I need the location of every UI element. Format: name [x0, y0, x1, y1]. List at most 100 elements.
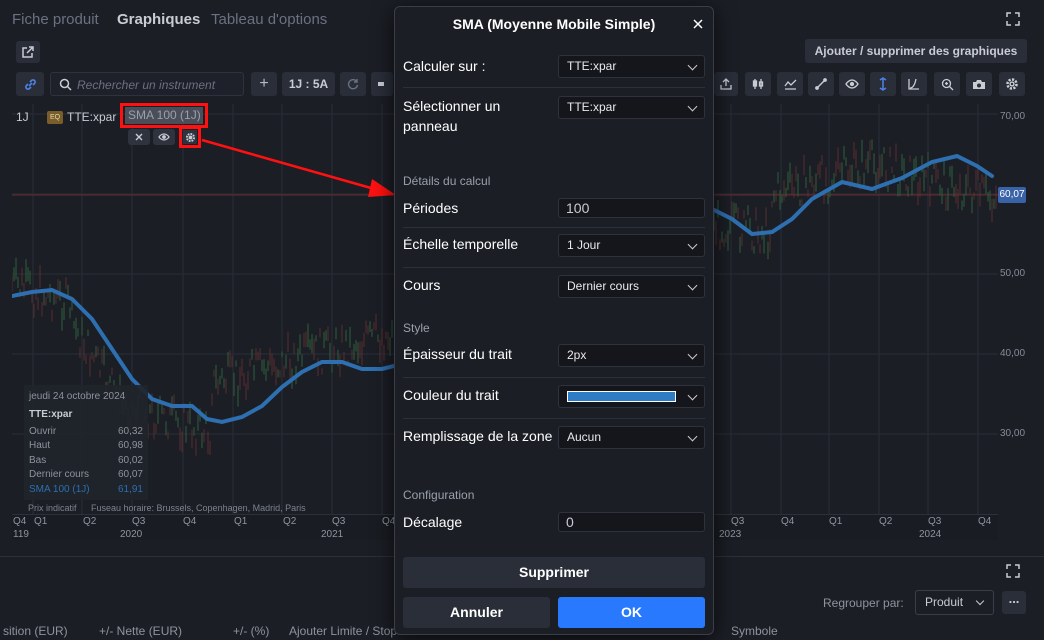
x-year: 119	[13, 529, 29, 540]
magnet-icon[interactable]	[870, 72, 896, 96]
calc-details-heading: Détails du calcul	[403, 174, 491, 188]
eye-icon[interactable]	[153, 129, 175, 145]
offset-label: Décalage	[403, 514, 463, 530]
settings-highlight	[179, 126, 201, 148]
x-quarter: Q2	[879, 516, 893, 527]
trend-line-icon[interactable]	[808, 72, 834, 96]
tooltip-date: jeudi 24 octobre 2024	[29, 391, 126, 402]
x-quarter: Q2	[283, 516, 297, 527]
tooltip-ticker: TTE:xpar	[29, 409, 73, 420]
x-quarter: Q4	[978, 516, 992, 527]
tab-charts[interactable]: Graphiques	[117, 11, 200, 28]
instrument-search[interactable]: Rechercher un instrument	[50, 72, 244, 96]
zoom-icon[interactable]	[934, 72, 960, 96]
equity-badge: EQ	[47, 111, 63, 124]
thickness-label: Épaisseur du trait	[403, 346, 512, 362]
timescale-label: Échelle temporelle	[403, 236, 519, 252]
tooltip-row: Ouvrir 60,32	[29, 426, 143, 437]
add-remove-charts-button[interactable]: Ajouter / supprimer des graphiques	[805, 39, 1027, 63]
chevron-down-icon	[687, 101, 698, 112]
ok-button[interactable]: OK	[558, 597, 705, 628]
x-quarter: Q2	[83, 516, 97, 527]
fill-label: Remplissage de la zone	[403, 428, 553, 444]
group-by-select[interactable]: Produit	[915, 590, 994, 615]
column-header[interactable]: +/- Nette (EUR)	[99, 624, 182, 638]
tab-product-sheet[interactable]: Fiche produit	[12, 11, 99, 28]
x-year: 2024	[919, 529, 942, 540]
ohlc-tooltip: jeudi 24 octobre 2024 TTE:xpar Ouvrir 60,…	[24, 385, 148, 500]
chevron-down-icon	[975, 596, 985, 606]
tooltip-row: Dernier cours 60,07	[29, 469, 143, 480]
column-header[interactable]: +/- (%)	[233, 624, 269, 638]
price-label: Cours	[403, 277, 441, 293]
group-by-label: Regrouper par:	[823, 596, 904, 610]
indicator-label[interactable]: SMA 100 (1J)	[125, 107, 203, 124]
settings-icon[interactable]	[999, 72, 1025, 96]
chart-type-icon[interactable]	[371, 72, 393, 96]
timescale-select[interactable]: 1 Jour	[558, 234, 705, 257]
y-label: 50,00	[1000, 268, 1026, 279]
indicative-price-note: Prix indicatif	[28, 503, 77, 513]
thickness-select[interactable]: 2px	[558, 344, 705, 367]
period-button[interactable]: 1J : 5A	[282, 72, 335, 96]
price-select[interactable]: Dernier cours	[558, 275, 705, 298]
offset-input[interactable]: 0	[558, 512, 705, 532]
tooltip-row: Bas 60,02	[29, 455, 143, 466]
fill-select[interactable]: Aucun	[558, 426, 705, 449]
cancel-button[interactable]: Annuler	[403, 597, 550, 628]
panel-select[interactable]: TTE:xpar	[558, 96, 705, 119]
external-link-icon[interactable]	[16, 41, 40, 63]
add-button[interactable]: +	[251, 72, 277, 96]
chevron-down-icon	[687, 431, 698, 442]
annotation-arrow	[201, 138, 396, 197]
x-quarter: Q3	[132, 516, 146, 527]
more-button[interactable]: ...	[1002, 591, 1026, 614]
fullscreen-icon[interactable]	[1004, 562, 1022, 580]
dialog-title: SMA (Moyenne Mobile Simple)	[452, 16, 656, 32]
link-icon[interactable]	[16, 72, 44, 96]
refresh-icon[interactable]	[340, 72, 366, 96]
eye-icon[interactable]	[839, 72, 865, 96]
periods-input[interactable]: 100	[558, 198, 705, 218]
search-input[interactable]: Rechercher un instrument	[77, 78, 215, 92]
calc-on-select[interactable]: TTE:xpar	[558, 55, 705, 78]
column-header[interactable]: Symbole	[731, 624, 778, 638]
close-icon[interactable]	[691, 17, 705, 31]
camera-icon[interactable]	[966, 72, 992, 96]
calc-on-label: Calculer sur :	[403, 58, 486, 74]
x-quarter: Q4	[183, 516, 197, 527]
chevron-down-icon	[687, 390, 698, 401]
periods-label: Périodes	[403, 200, 459, 216]
x-quarter: Q1	[829, 516, 843, 527]
candlestick-icon[interactable]	[745, 72, 771, 96]
column-header[interactable]: sition (EUR)	[3, 624, 68, 638]
x-quarter: Q3	[332, 516, 346, 527]
column-header[interactable]: Ajouter Limite / Stop	[289, 624, 397, 638]
x-quarter: Q3	[731, 516, 745, 527]
share-icon[interactable]	[714, 72, 738, 96]
color-swatch	[567, 391, 676, 402]
x-quarter: Q4	[13, 516, 27, 527]
y-label: 70,00	[1000, 111, 1026, 122]
fullscreen-icon[interactable]	[1004, 10, 1022, 28]
delete-button[interactable]: Supprimer	[403, 557, 705, 588]
current-price-label: 60,07	[998, 187, 1026, 203]
curve-icon[interactable]	[901, 72, 927, 96]
panel-label: Sélectionner un panneau	[403, 98, 501, 134]
gear-icon[interactable]	[183, 130, 197, 144]
indicators-icon[interactable]	[777, 72, 803, 96]
close-icon[interactable]	[128, 129, 150, 145]
tab-options-table[interactable]: Tableau d'options	[211, 11, 327, 28]
y-label: 30,00	[1000, 428, 1026, 439]
x-quarter: Q3	[928, 516, 942, 527]
config-heading: Configuration	[403, 488, 475, 502]
y-label: 40,00	[1000, 348, 1026, 359]
ticker-label: TTE:xpar	[67, 110, 117, 124]
tooltip-row: Haut 60,98	[29, 440, 143, 451]
tooltip-row: SMA 100 (1J) 61,91	[29, 484, 143, 495]
x-quarter: Q4	[781, 516, 795, 527]
color-select[interactable]	[558, 385, 705, 408]
color-label: Couleur du trait	[403, 387, 499, 403]
chevron-down-icon	[687, 349, 698, 360]
x-year: 2023	[719, 529, 742, 540]
